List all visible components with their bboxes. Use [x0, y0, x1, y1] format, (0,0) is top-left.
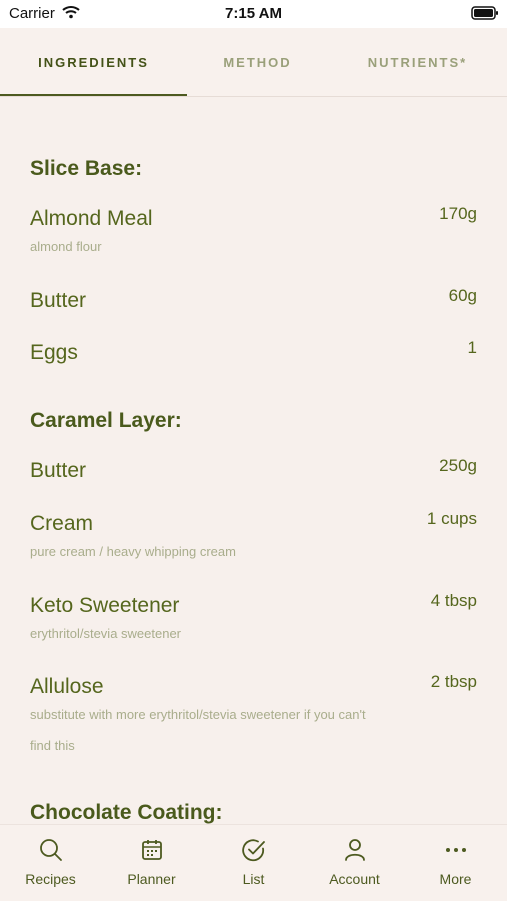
nav-account[interactable]: Account [304, 825, 405, 901]
ingredient-name: Cream [30, 512, 94, 535]
ingredient-quantity: 250g [439, 456, 477, 475]
section-title-chocolate-coating: Chocolate Coating: [30, 801, 223, 824]
ingredient-quantity: 4 tbsp [430, 591, 477, 610]
calendar-icon [139, 837, 165, 863]
nav-label: More [439, 871, 472, 887]
active-tab-indicator [0, 94, 187, 96]
ellipsis-icon [443, 837, 469, 863]
ingredient-quantity: 2 tbsp [430, 672, 477, 691]
nav-recipes[interactable]: Recipes [0, 825, 101, 901]
nav-label: Account [329, 871, 380, 887]
nav-label: Recipes [25, 871, 76, 887]
ingredient-name: Butter [30, 459, 87, 482]
tab-ingredients[interactable]: INGREDIENTS [9, 28, 178, 96]
battery-icon [471, 6, 499, 20]
bottom-tab-bar: Recipes Planner List Account More [0, 824, 507, 901]
ingredient-name: Keto Sweetener [30, 594, 180, 617]
ingredients-list[interactable]: Slice Base: Almond Meal 170g almond flou… [0, 97, 507, 824]
nav-planner[interactable]: Planner [101, 825, 202, 901]
ingredient-quantity: 1 cups [426, 509, 477, 528]
checkmark-circle-icon [241, 837, 267, 863]
recipe-tabs: INGREDIENTS METHOD NUTRIENTS* [0, 28, 507, 97]
section-title-slice-base: Slice Base: [30, 157, 143, 180]
clock-time: 7:15 AM [225, 5, 282, 22]
search-icon [38, 837, 64, 863]
status-bar: Carrier 7:15 AM [0, 0, 507, 28]
nav-label: Planner [127, 871, 176, 887]
nav-list[interactable]: List [203, 825, 304, 901]
ingredient-quantity: 60g [448, 286, 477, 305]
ingredient-name: Almond Meal [30, 207, 153, 230]
ingredient-quantity: 1 [467, 338, 477, 357]
ingredient-note: almond flour [30, 239, 102, 254]
ingredient-name: Allulose [30, 675, 104, 698]
section-title-caramel-layer: Caramel Layer: [30, 409, 182, 432]
tab-nutrients[interactable]: NUTRIENTS* [333, 28, 502, 96]
person-icon [342, 837, 368, 863]
nav-label: List [242, 871, 265, 887]
ingredient-note: substitute with more erythritol/stevia s… [30, 707, 366, 753]
ingredient-note: erythritol/stevia sweetener [30, 626, 182, 641]
ingredient-quantity: 170g [439, 204, 477, 223]
ingredient-name: Butter [30, 289, 87, 312]
tab-method[interactable]: METHOD [173, 28, 342, 96]
nav-more[interactable]: More [405, 825, 506, 901]
ingredient-note: pure cream / heavy whipping cream [30, 544, 236, 559]
ingredient-name: Eggs [30, 341, 78, 364]
